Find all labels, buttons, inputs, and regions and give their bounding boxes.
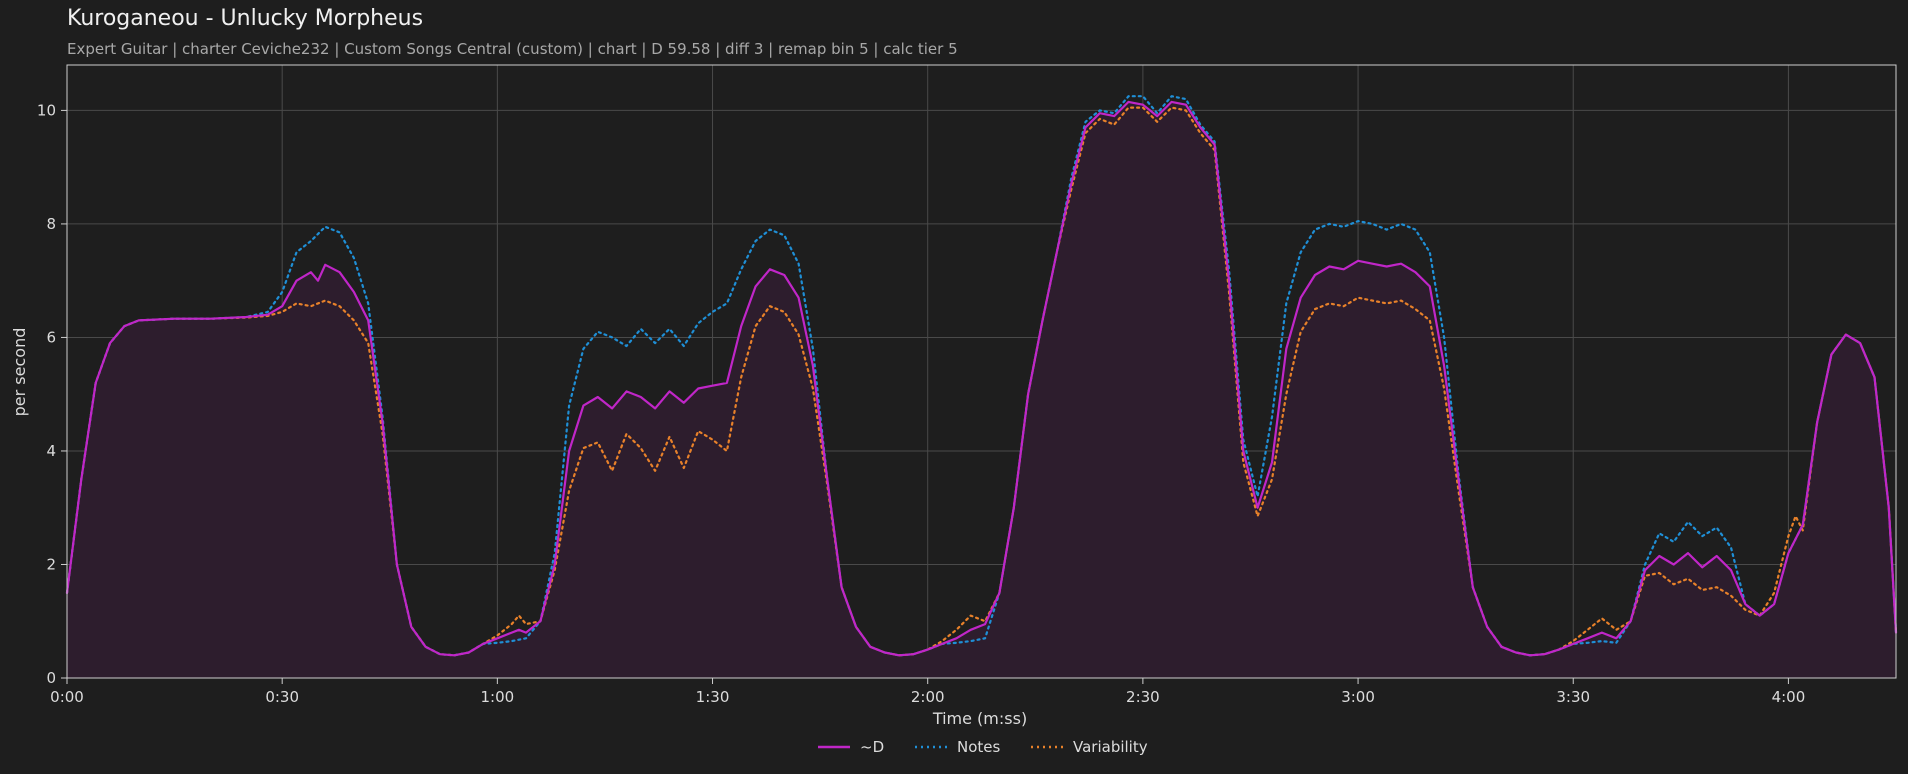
x-tick-label: 3:00 [1341, 688, 1375, 706]
legend-label: ~D [860, 738, 884, 756]
y-tick-label: 6 [46, 328, 56, 346]
x-tick-label: 1:00 [481, 688, 515, 706]
x-tick-label: 4:00 [1772, 688, 1806, 706]
x-tick-label: 2:30 [1126, 688, 1160, 706]
legend: ~D Notes Variability [818, 738, 1148, 756]
y-tick-label: 0 [46, 669, 56, 687]
x-tick-label: 2:00 [911, 688, 945, 706]
y-axis-label: per second [10, 328, 29, 417]
legend-label: Variability [1073, 738, 1148, 756]
y-tick-label: 10 [37, 101, 56, 119]
chart-svg: 0:00 0:30 1:00 1:30 2:00 2:30 3:00 3:30 4:00 0 2 4 6… [10, 64, 1898, 756]
x-tick-label: 3:30 [1556, 688, 1590, 706]
x-tick-label: 0:30 [265, 688, 299, 706]
x-tick-label: 1:30 [696, 688, 730, 706]
x-tick-label: 0:00 [50, 688, 84, 706]
y-tick-label: 4 [46, 442, 56, 460]
x-axis-label: Time (m:ss) [932, 709, 1027, 728]
legend-label: Notes [957, 738, 1001, 756]
y-tick-label: 2 [46, 555, 56, 573]
y-tick-label: 8 [46, 215, 56, 233]
